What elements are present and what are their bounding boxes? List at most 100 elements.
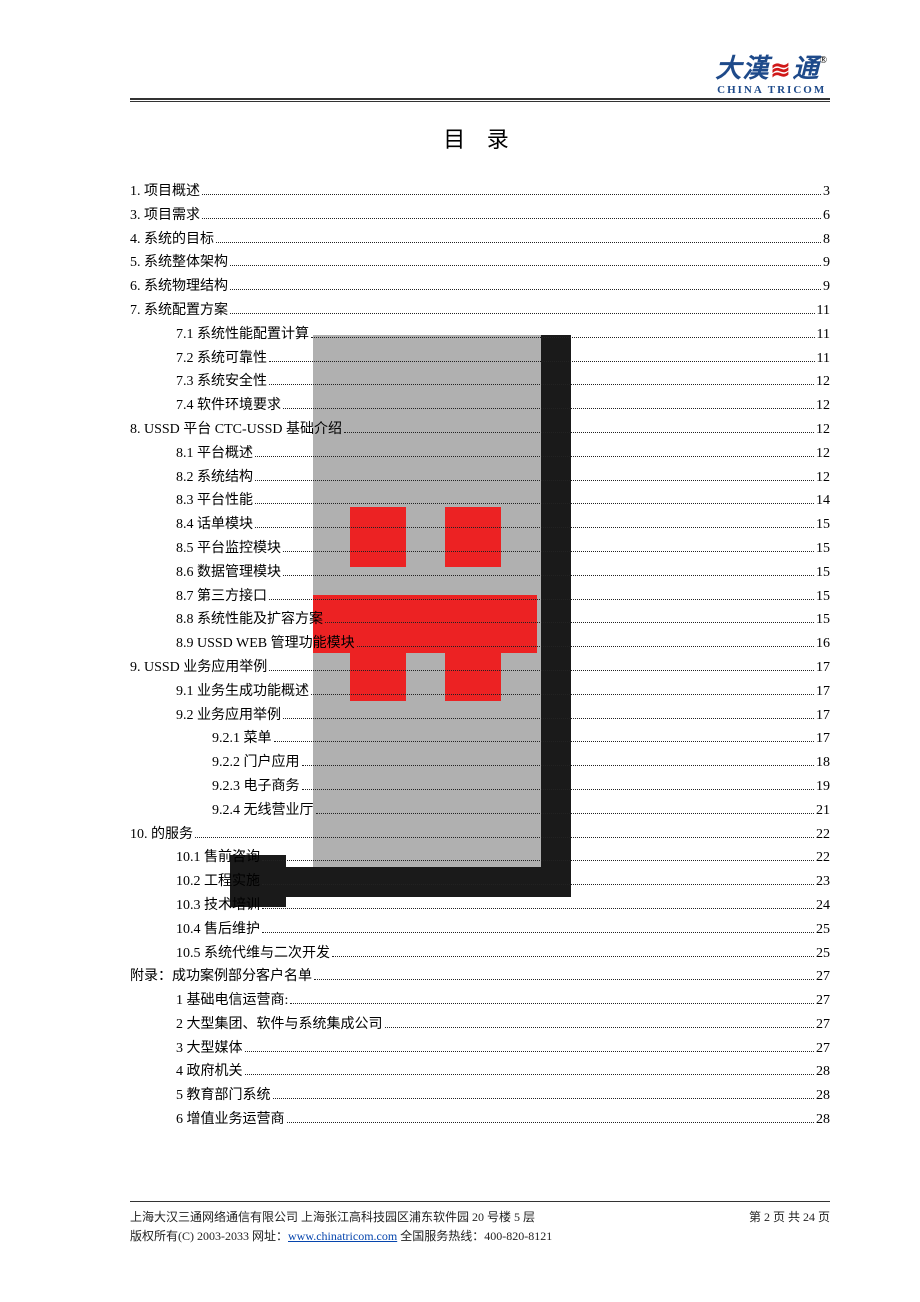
toc-label: 6. 系统物理结构 xyxy=(130,275,228,299)
toc-page-number: 12 xyxy=(816,370,830,394)
logo-right: 通 xyxy=(793,54,820,83)
toc-entry[interactable]: 10.5 系统代维与二次开发25 xyxy=(130,942,830,966)
toc-page-number: 11 xyxy=(817,323,830,347)
toc-entry[interactable]: 9.2.1 菜单17 xyxy=(130,727,830,751)
toc-page-number: 24 xyxy=(816,894,830,918)
toc-entry[interactable]: 9.2.2 门户应用18 xyxy=(130,751,830,775)
toc-page-number: 28 xyxy=(816,1084,830,1108)
toc-label: 8.6 数据管理模块 xyxy=(176,561,281,585)
toc-entry[interactable]: 6 增值业务运营商 28 xyxy=(130,1108,830,1132)
toc-entry[interactable]: 9.2 业务应用举例17 xyxy=(130,704,830,728)
toc-page-number: 3 xyxy=(823,180,830,204)
toc-entry[interactable]: 9.2.3 电子商务 19 xyxy=(130,775,830,799)
toc-label: 8. USSD 平台 CTC-USSD 基础介绍 xyxy=(130,418,342,442)
toc-entry[interactable]: 10.1 售前咨询22 xyxy=(130,846,830,870)
toc-entry[interactable]: 8.7 第三方接口15 xyxy=(130,585,830,609)
toc-entry[interactable]: 2 大型集团、软件与系统集成公司27 xyxy=(130,1013,830,1037)
toc-entry[interactable]: 3 大型媒体27 xyxy=(130,1037,830,1061)
toc-page-number: 25 xyxy=(816,918,830,942)
footer-page-number: 第 2 页 共 24 页 xyxy=(749,1208,830,1227)
toc-leader-dots xyxy=(195,837,814,838)
toc-entry[interactable]: 7.4 软件环境要求 12 xyxy=(130,394,830,418)
toc-label: 6 增值业务运营商 xyxy=(176,1108,285,1132)
toc-leader-dots xyxy=(344,432,814,433)
toc-label: 9.2.3 电子商务 xyxy=(212,775,300,799)
toc-page-number: 28 xyxy=(816,1060,830,1084)
toc-leader-dots xyxy=(283,551,814,552)
toc-entry[interactable]: 10.2 工程实施23 xyxy=(130,870,830,894)
toc-entry[interactable]: 8.3 平台性能14 xyxy=(130,489,830,513)
toc-entry[interactable]: 9. USSD 业务应用举例17 xyxy=(130,656,830,680)
toc-entry[interactable]: 4. 系统的目标8 xyxy=(130,228,830,252)
toc-label: 8.8 系统性能及扩容方案 xyxy=(176,608,323,632)
toc-entry[interactable]: 10. 的服务22 xyxy=(130,823,830,847)
toc-page-number: 19 xyxy=(816,775,830,799)
toc-leader-dots xyxy=(287,1122,815,1123)
page-title: 目 录 xyxy=(130,122,830,154)
toc-entry[interactable]: 4 政府机关28 xyxy=(130,1060,830,1084)
footer-website-link[interactable]: www.chinatricom.com xyxy=(288,1229,397,1243)
toc-leader-dots xyxy=(273,1098,815,1099)
toc-entry[interactable]: 1. 项目概述3 xyxy=(130,180,830,204)
toc-label: 8.1 平台概述 xyxy=(176,442,253,466)
toc-label: 10.4 售后维护 xyxy=(176,918,260,942)
toc-label: 5 教育部门系统 xyxy=(176,1084,271,1108)
toc-entry[interactable]: 7. 系统配置方案 11 xyxy=(130,299,830,323)
toc-entry[interactable]: 8.4 话单模块15 xyxy=(130,513,830,537)
toc-label: 8.9 USSD WEB 管理功能模块 xyxy=(176,632,355,656)
toc-entry[interactable]: 6. 系统物理结构9 xyxy=(130,275,830,299)
toc-label: 7. 系统配置方案 xyxy=(130,299,228,323)
toc-leader-dots xyxy=(216,242,821,243)
toc-leader-dots xyxy=(202,218,821,219)
toc-entry[interactable]: 3. 项目需求6 xyxy=(130,204,830,228)
toc-entry[interactable]: 1 基础电信运营商:27 xyxy=(130,989,830,1013)
toc-leader-dots xyxy=(357,646,814,647)
toc-entry[interactable]: 8.8 系统性能及扩容方案15 xyxy=(130,608,830,632)
toc-label: 9.2 业务应用举例 xyxy=(176,704,281,728)
toc-entry[interactable]: 附录：成功案例部分客户名单27 xyxy=(130,965,830,989)
toc-leader-dots xyxy=(262,908,814,909)
toc-page-number: 17 xyxy=(816,656,830,680)
toc-label: 8.2 系统结构 xyxy=(176,466,253,490)
toc-entry[interactable]: 8.9 USSD WEB 管理功能模块 16 xyxy=(130,632,830,656)
toc-page-number: 17 xyxy=(816,727,830,751)
toc-entry[interactable]: 10.4 售后维护 25 xyxy=(130,918,830,942)
toc-leader-dots xyxy=(262,884,814,885)
toc-label: 1 基础电信运营商: xyxy=(176,989,288,1013)
toc-entry[interactable]: 8.1 平台概述12 xyxy=(130,442,830,466)
toc-label: 10. 的服务 xyxy=(130,823,193,847)
footer-address: 上海大汉三通网络通信有限公司 上海张江高科技园区浦东软件园 20 号楼 5 层 xyxy=(130,1210,535,1224)
toc-entry[interactable]: 10.3 技术培训24 xyxy=(130,894,830,918)
toc-label: 8.5 平台监控模块 xyxy=(176,537,281,561)
toc-page-number: 15 xyxy=(816,513,830,537)
toc-leader-dots xyxy=(283,575,814,576)
toc-leader-dots xyxy=(311,694,814,695)
toc-label: 7.2 系统可靠性 xyxy=(176,347,267,371)
toc-leader-dots xyxy=(311,337,815,338)
toc-entry[interactable]: 5 教育部门系统 28 xyxy=(130,1084,830,1108)
toc-leader-dots xyxy=(230,313,815,314)
toc-entry[interactable]: 7.2 系统可靠性11 xyxy=(130,347,830,371)
toc-label: 7.4 软件环境要求 xyxy=(176,394,281,418)
toc-entry[interactable]: 7.3 系统安全性12 xyxy=(130,370,830,394)
toc-entry[interactable]: 8.2 系统结构12 xyxy=(130,466,830,490)
toc-leader-dots xyxy=(255,480,814,481)
wave-icon: ≋ xyxy=(770,59,791,83)
toc-label: 3 大型媒体 xyxy=(176,1037,243,1061)
toc-leader-dots xyxy=(316,813,815,814)
toc-page-number: 14 xyxy=(816,489,830,513)
toc-entry[interactable]: 5. 系统整体架构9 xyxy=(130,251,830,275)
toc-label: 4. 系统的目标 xyxy=(130,228,214,252)
toc-page-number: 11 xyxy=(817,299,830,323)
toc-page-number: 28 xyxy=(816,1108,830,1132)
toc-entry[interactable]: 9.2.4 无线营业厅21 xyxy=(130,799,830,823)
toc-page-number: 27 xyxy=(816,1013,830,1037)
toc-page-number: 16 xyxy=(816,632,830,656)
toc-entry[interactable]: 8. USSD 平台 CTC-USSD 基础介绍12 xyxy=(130,418,830,442)
toc-entry[interactable]: 7.1 系统性能配置计算11 xyxy=(130,323,830,347)
toc-leader-dots xyxy=(283,718,814,719)
toc-entry[interactable]: 8.6 数据管理模块15 xyxy=(130,561,830,585)
toc-page-number: 12 xyxy=(816,394,830,418)
toc-entry[interactable]: 8.5 平台监控模块15 xyxy=(130,537,830,561)
toc-entry[interactable]: 9.1 业务生成功能概述17 xyxy=(130,680,830,704)
